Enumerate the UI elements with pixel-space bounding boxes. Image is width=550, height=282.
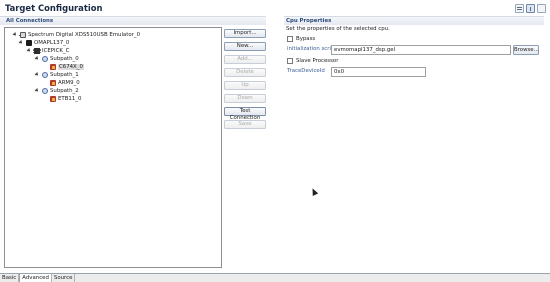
view-toolbar — [515, 4, 546, 13]
expand-toggle-icon[interactable] — [35, 73, 40, 78]
subpath-icon — [42, 56, 48, 62]
expand-toggle-icon[interactable] — [19, 41, 24, 46]
trace-device-id-input[interactable]: 0x0 — [331, 67, 426, 77]
tab-source[interactable]: Source — [52, 274, 76, 282]
tree-node-c674x[interactable]: C674X_0 — [50, 63, 84, 71]
trace-device-id-label[interactable]: TraceDeviceId — [287, 68, 325, 74]
init-script-label[interactable]: initialization script — [287, 46, 337, 52]
tree-node-board[interactable]: OMAPL137_0 — [19, 39, 69, 47]
target-configuration-editor: Target Configuration All Connections Spe… — [0, 0, 550, 282]
bypass-checkbox-box[interactable] — [287, 36, 293, 42]
init-script-input[interactable]: evmomapl137_dsp.gel — [331, 45, 511, 55]
browse-button[interactable]: Browse... — [513, 45, 539, 55]
expand-toggle-icon[interactable] — [13, 33, 18, 38]
expand-toggle-icon[interactable] — [35, 89, 40, 94]
connections-tree[interactable]: Spectrum Digital XDS510USB Emulator_0 OM… — [4, 27, 222, 268]
tab-basic[interactable]: Basic — [0, 274, 20, 282]
cpu-icon — [50, 80, 56, 86]
emulator-icon — [19, 32, 26, 38]
delete-button[interactable]: Delete — [224, 68, 266, 77]
tree-node-emulator[interactable]: Spectrum Digital XDS510USB Emulator_0 — [13, 31, 140, 39]
tree-node-subpath-0[interactable]: Subpath_0 — [35, 55, 79, 63]
tree-node-subpath-2[interactable]: Subpath_2 — [35, 87, 79, 95]
subpath-icon — [42, 72, 48, 78]
all-connections-label: All Connections — [6, 18, 54, 24]
horizontal-layout-icon[interactable] — [515, 4, 524, 13]
single-layout-icon[interactable] — [537, 4, 546, 13]
slave-processor-checkbox[interactable]: Slave Processor — [287, 58, 338, 64]
cpu-icon — [50, 64, 56, 70]
board-icon — [26, 40, 32, 46]
subpath-icon — [42, 88, 48, 94]
up-button[interactable]: Up — [224, 81, 266, 90]
slave-processor-label: Slave Processor — [296, 58, 339, 64]
tree-node-icepick[interactable]: ICEPICK_C — [27, 47, 69, 55]
tree-node-etb11[interactable]: ETB11_0 — [50, 95, 81, 103]
tree-node-subpath-1[interactable]: Subpath_1 — [35, 71, 79, 79]
editor-tabs: Basic Advanced Source — [0, 273, 550, 282]
bypass-checkbox[interactable]: Bypass — [287, 36, 315, 42]
down-button[interactable]: Down — [224, 94, 266, 103]
new-button[interactable]: New... — [224, 42, 266, 51]
add-button[interactable]: Add... — [224, 55, 266, 64]
page-title: Target Configuration — [5, 3, 103, 13]
cpu-properties-description: Set the properties of the selected cpu. — [286, 26, 390, 32]
all-connections-header: All Connections — [0, 16, 266, 25]
expand-toggle-icon[interactable] — [35, 57, 40, 62]
cpu-properties-header: Cpu Properties — [284, 16, 544, 25]
expand-toggle-icon[interactable] — [27, 49, 32, 54]
cpu-properties-label: Cpu Properties — [286, 18, 332, 24]
bypass-label: Bypass — [296, 36, 316, 42]
connection-buttons: Import... New... Add... Delete Up Down T… — [224, 29, 266, 133]
test-connection-button[interactable]: Test Connection — [224, 107, 266, 121]
slave-processor-checkbox-box[interactable] — [287, 58, 293, 64]
import-button[interactable]: Import... — [224, 29, 266, 38]
tab-advanced[interactable]: Advanced — [19, 274, 52, 282]
chip-icon — [33, 48, 41, 54]
cpu-icon — [50, 96, 56, 102]
tree-node-arm9[interactable]: ARM9_0 — [50, 79, 80, 87]
mouse-pointer-icon — [309, 187, 319, 196]
vertical-layout-icon[interactable] — [526, 4, 535, 13]
